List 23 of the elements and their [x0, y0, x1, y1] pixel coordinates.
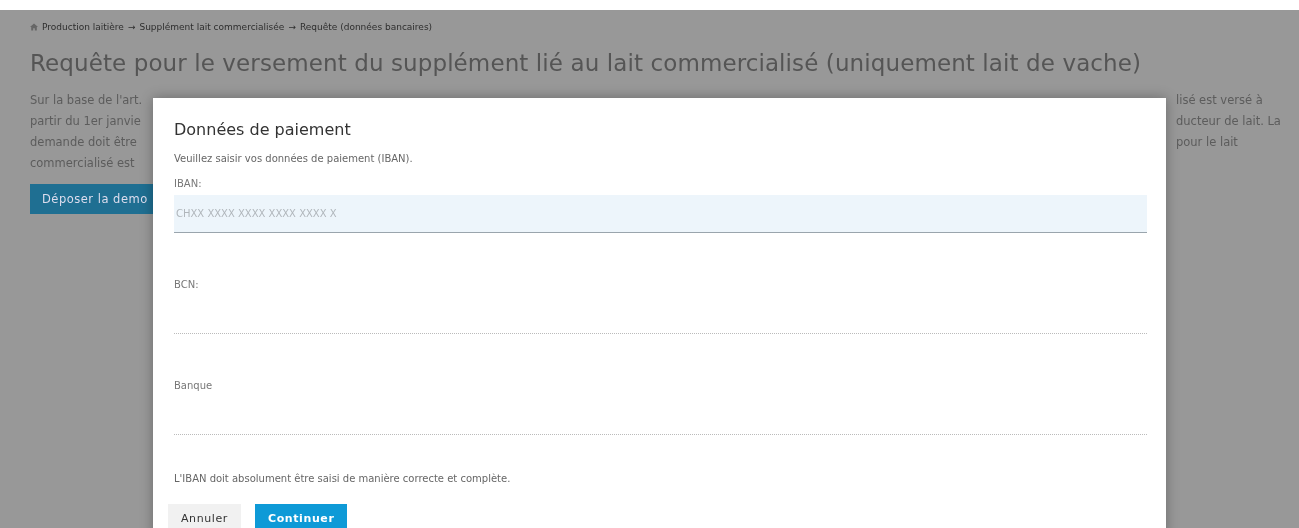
- breadcrumb-arrow: →: [127, 22, 136, 32]
- dialog-title: Données de paiement: [174, 120, 352, 139]
- dialog-instruction: Veuillez saisir vos données de paiement (IBAN).: [174, 153, 414, 164]
- field-label: IBAN:: [174, 178, 203, 189]
- intro-text-line: commercialisé est: [30, 155, 136, 172]
- iban-note: L'IBAN doit absolument être saisi de manière correcte et complète.: [174, 473, 512, 484]
- intro-text-line: ducteur de lait. La: [1176, 113, 1281, 130]
- input-field[interactable]: CHXX XXXX XXXX XXXX XXXX X: [174, 195, 1147, 233]
- intro-text-line: partir du 1er janvie: [30, 113, 142, 130]
- continue-button[interactable]: Continuer: [255, 504, 348, 528]
- breadcrumb-link[interactable]: Requête (données bancaires): [299, 22, 433, 32]
- home-icon: [30, 23, 38, 31]
- intro-text-line: Sur la base de l'art.: [30, 92, 144, 109]
- intro-text-line: pour le lait: [1176, 134, 1239, 151]
- breadcrumb-link[interactable]: Supplément lait commercialisée: [139, 22, 285, 32]
- breadcrumb-arrow: →: [288, 22, 296, 32]
- cancel-button[interactable]: Annuler: [168, 504, 241, 528]
- field-label: BCN:: [174, 279, 200, 290]
- field-label: Banque: [174, 380, 214, 391]
- page-title: Requête pour le versement du supplément lié au lait commercialisé (uniquement lait de vache): [30, 50, 1143, 76]
- breadcrumb-link[interactable]: Production laitière: [42, 22, 124, 32]
- intro-text-line: lisé est versé à: [1176, 92, 1264, 109]
- intro-text-line: demande doit être: [30, 134, 138, 151]
